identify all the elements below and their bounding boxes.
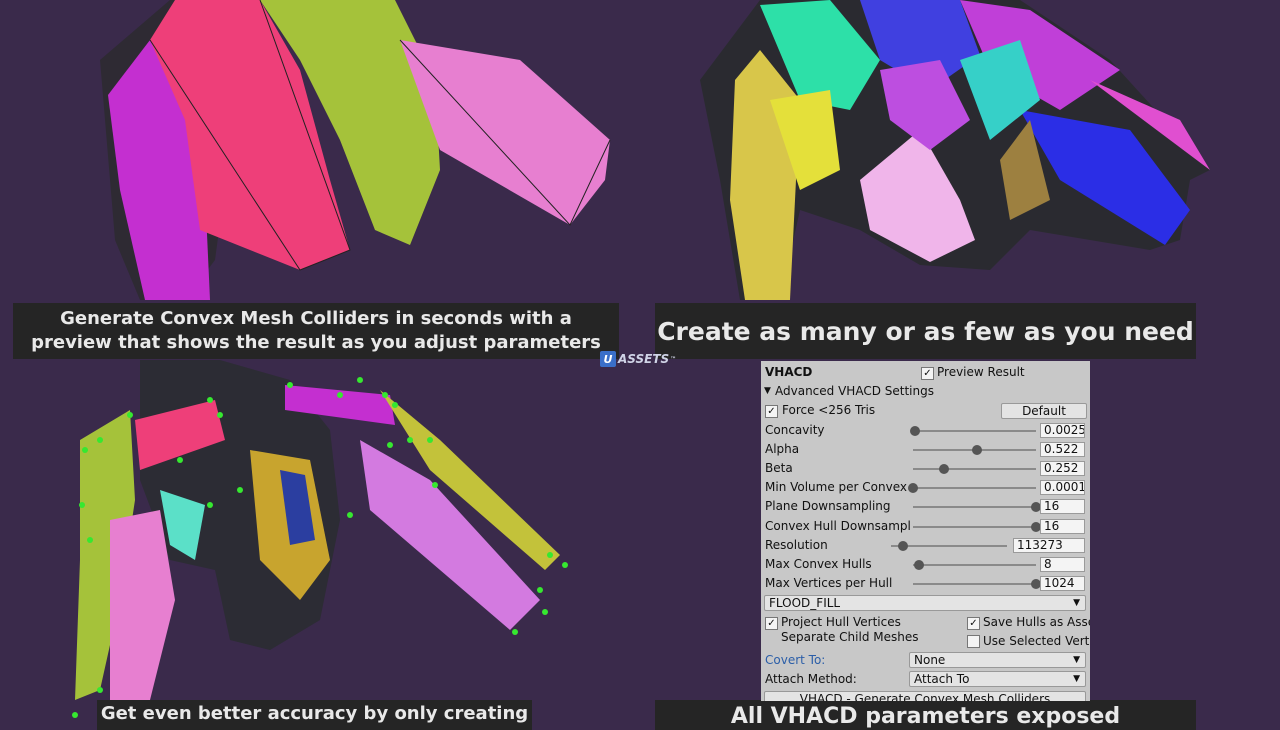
logo-u-icon: U xyxy=(600,351,616,367)
generate-colliders-button[interactable]: VHACD - Generate Convex Mesh Colliders xyxy=(764,691,1086,701)
save-hulls-label[interactable]: Save Hulls as Asset xyxy=(983,615,1090,629)
inspector-title: VHACD xyxy=(765,365,813,379)
uassets-logo: U ASSETS ™ xyxy=(600,351,676,367)
slider-track[interactable] xyxy=(913,430,1036,432)
use-selected-verts-label[interactable]: Use Selected Verts xyxy=(983,634,1090,648)
slider-row: Convex Hull Downsampling 16 xyxy=(761,517,1090,536)
force-256-label[interactable]: Force <256 Tris xyxy=(782,403,875,417)
attach-method-row: Attach Method: Attach To ▼ xyxy=(761,670,1090,689)
slider-label: Max Convex Hulls xyxy=(765,556,872,571)
logo-trademark: ™ xyxy=(670,355,677,363)
slider-track[interactable] xyxy=(913,506,1036,509)
caption-parameters-exposed: All VHACD parameters exposed xyxy=(655,700,1196,730)
separate-selected-row: Separate Child Meshes Use Selected Verts xyxy=(761,629,1090,648)
slider-row: Resolution 113273 xyxy=(761,536,1090,555)
preview-result-label[interactable]: Preview Result xyxy=(937,365,1025,379)
covert-to-dropdown[interactable]: None ▼ xyxy=(909,652,1086,668)
use-selected-verts-checkbox[interactable] xyxy=(967,635,980,648)
slider-handle[interactable] xyxy=(938,464,949,475)
slider-label: Plane Downsampling xyxy=(765,499,891,514)
slider-value-field[interactable]: 0.0025 xyxy=(1040,423,1085,438)
slider-row: Max Convex Hulls 8 xyxy=(761,555,1090,574)
vhacd-inspector-panel: VHACD ✓ Preview Result ▼ Advanced VHACD … xyxy=(761,361,1090,701)
foldout-arrow-icon[interactable]: ▼ xyxy=(764,386,771,396)
default-button[interactable]: Default xyxy=(1001,403,1087,419)
slider-value-field[interactable]: 8 xyxy=(1040,556,1085,572)
slider-track[interactable] xyxy=(913,525,1036,528)
logo-text: ASSETS xyxy=(618,352,670,366)
chevron-down-icon: ▼ xyxy=(1073,674,1080,684)
slider-value-field[interactable]: 16 xyxy=(1040,518,1085,534)
advanced-foldout[interactable]: ▼ Advanced VHACD Settings xyxy=(761,382,1090,401)
attach-method-value: Attach To xyxy=(914,672,970,686)
attach-method-label: Attach Method: xyxy=(765,672,857,686)
slider-track[interactable] xyxy=(891,544,1007,547)
separate-child-meshes-label[interactable]: Separate Child Meshes xyxy=(781,630,918,644)
project-hull-vertices-label[interactable]: Project Hull Vertices xyxy=(781,615,901,629)
slider-track[interactable] xyxy=(913,563,1036,566)
slider-value-field[interactable]: 1024 xyxy=(1040,575,1085,591)
caption-generate-colliders: Generate Convex Mesh Colliders in second… xyxy=(13,303,619,359)
covert-to-label: Covert To: xyxy=(765,653,826,667)
slider-value-field[interactable]: 16 xyxy=(1040,499,1085,515)
chevron-down-icon: ▼ xyxy=(1073,655,1080,665)
force-256-checkbox[interactable]: ✓ xyxy=(765,405,778,418)
attach-method-dropdown[interactable]: Attach To ▼ xyxy=(909,671,1086,687)
inspector-header-row: VHACD ✓ Preview Result xyxy=(761,363,1090,382)
slider-label: Min Volume per Convex Hu xyxy=(765,480,910,495)
slider-row: Plane Downsampling 16 xyxy=(761,497,1090,516)
slider-label: Max Vertices per Hull xyxy=(765,575,893,590)
slider-row: Concavity 0.0025 xyxy=(761,421,1090,440)
covert-to-value: None xyxy=(914,653,946,667)
slider-value-field[interactable]: 113273 xyxy=(1013,537,1085,553)
preview-result-checkbox[interactable]: ✓ xyxy=(921,367,934,380)
slider-handle[interactable] xyxy=(914,559,925,570)
slider-handle[interactable] xyxy=(908,483,918,494)
mode-dropdown[interactable]: FLOOD_FILL ▼ xyxy=(764,595,1086,611)
advanced-foldout-label[interactable]: Advanced VHACD Settings xyxy=(775,384,934,398)
slider-track[interactable] xyxy=(913,487,1036,490)
slider-track[interactable] xyxy=(913,468,1036,471)
top-left-model xyxy=(100,0,611,300)
slider-value-field[interactable]: 0.252 xyxy=(1040,461,1085,477)
force-256-row: ✓ Force <256 Tris Default xyxy=(761,401,1090,420)
slider-row: Min Volume per Convex Hu 0.0001 xyxy=(761,478,1090,497)
slider-label: Resolution xyxy=(765,537,828,552)
slider-value-field[interactable]: 0.522 xyxy=(1040,442,1085,458)
slider-handle[interactable] xyxy=(910,426,921,436)
slider-label: Beta xyxy=(765,461,793,476)
slider-row: Beta 0.252 xyxy=(761,459,1090,478)
slider-handle[interactable] xyxy=(897,540,908,551)
mode-dropdown-value: FLOOD_FILL xyxy=(769,596,841,610)
covert-to-row: Covert To: None ▼ xyxy=(761,651,1090,670)
slider-row: Max Vertices per Hull 1024 xyxy=(761,574,1090,593)
slider-value-field[interactable]: 0.0001 xyxy=(1040,480,1085,496)
caption-create-many: Create as many or as few as you need xyxy=(655,303,1196,359)
slider-label: Concavity xyxy=(765,423,825,437)
bottom-left-model xyxy=(72,360,568,718)
caption-better-accuracy: Get even better accuracy by only creatin… xyxy=(97,700,532,730)
slider-label: Alpha xyxy=(765,442,800,457)
mode-row: FLOOD_FILL ▼ xyxy=(761,594,1090,613)
slider-handle[interactable] xyxy=(971,445,982,456)
chevron-down-icon: ▼ xyxy=(1073,598,1080,608)
slider-row: Alpha 0.522 xyxy=(761,440,1090,459)
top-right-model xyxy=(700,0,1210,300)
slider-label: Convex Hull Downsampling xyxy=(765,518,910,533)
slider-track[interactable] xyxy=(913,582,1036,585)
